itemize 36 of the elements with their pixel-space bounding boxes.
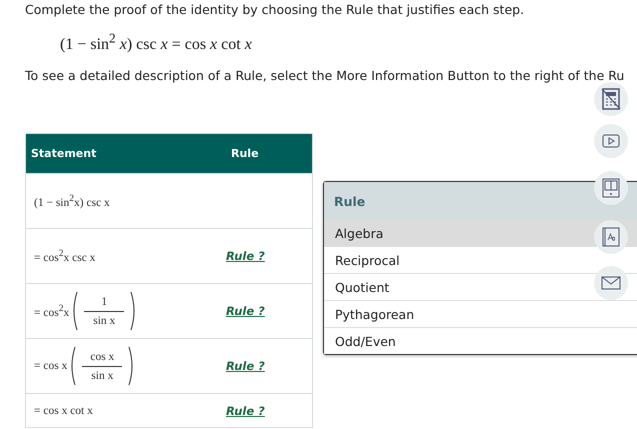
parenthesis-icon	[69, 346, 76, 386]
math-expression: = cos x	[34, 360, 68, 372]
parenthesis-icon	[128, 346, 136, 386]
glossary-icon	[602, 227, 620, 247]
math-expression: = cos x cot x	[34, 404, 93, 417]
math-expression: = cos$^{2}$x csc x	[34, 248, 96, 264]
dropdown-option[interactable]: Reciprocal	[324, 246, 637, 273]
denominator: sin x	[93, 314, 116, 327]
dropdown-option[interactable]: Quotient	[324, 273, 637, 300]
math-expression: (1 − sin$^{2}$x) csc x	[34, 193, 110, 210]
calculator-button[interactable]	[594, 82, 628, 116]
column-header: Rule	[230, 147, 260, 160]
dropdown-option[interactable]: Odd/Even	[324, 327, 637, 354]
instruction-text: Complete the proof of the identity by choosing the Rule that justifies each step.	[25, 2, 526, 17]
rule-link[interactable]: Rule ?	[226, 359, 265, 374]
textbook-button[interactable]	[594, 171, 628, 205]
video-button[interactable]	[594, 124, 628, 158]
column-header: Statement	[30, 147, 98, 160]
mail-icon	[601, 276, 621, 290]
identity-formula: (1 − sin$^{2}$ x) csc x = cos x cot x	[60, 31, 253, 54]
denominator: sin x	[91, 368, 114, 382]
rule-link[interactable]: Rule ?	[226, 304, 265, 318]
calculator-icon	[601, 88, 621, 110]
dropdown-option[interactable]: Pythagorean	[324, 300, 637, 327]
numerator: 1	[84, 296, 124, 312]
rule-link[interactable]: Rule ?	[226, 404, 265, 418]
math-expression: = cos$^{2}$x	[34, 303, 70, 320]
hint-text: To see a detailed description of a Rule, select the More Information Button to the right of the Ru	[25, 68, 626, 84]
parenthesis-icon	[71, 291, 78, 332]
dropdown-option[interactable]: Algebra	[324, 220, 637, 246]
play-icon	[602, 134, 620, 148]
dropdown-title: Rule	[324, 182, 637, 220]
book-icon	[602, 178, 620, 198]
rule-link[interactable]: Rule ?	[226, 249, 265, 264]
numerator: cos x	[82, 350, 122, 367]
parenthesis-icon	[130, 291, 138, 332]
